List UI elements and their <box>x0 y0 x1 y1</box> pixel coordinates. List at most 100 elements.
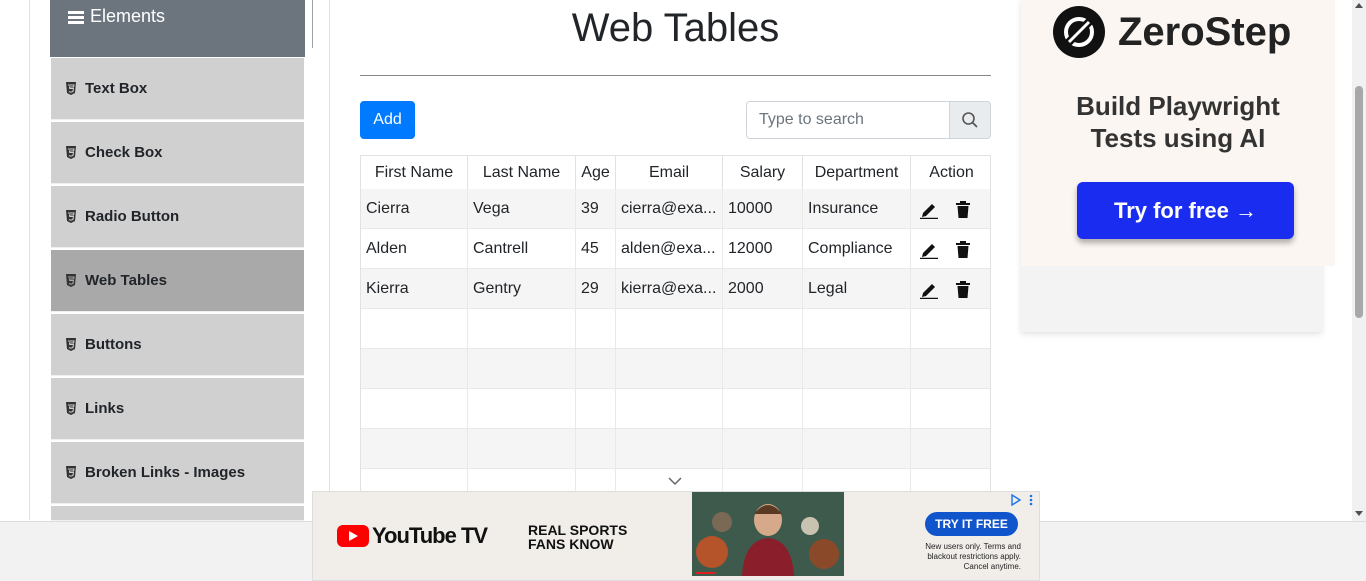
add-button[interactable]: Add <box>360 101 415 139</box>
fine-print-line: Cancel anytime. <box>963 562 1021 571</box>
col-header-salary[interactable]: Salary <box>723 156 803 189</box>
ad-fine-print: New users only. Terms and blackout restr… <box>917 542 1021 572</box>
page-title: Web Tables <box>571 6 780 50</box>
empty-table-row <box>361 349 990 389</box>
cell-action <box>911 269 990 309</box>
html5-icon <box>66 210 76 223</box>
cell-last-name: Vega <box>468 189 576 229</box>
cell-last-name: Gentry <box>468 269 576 309</box>
header-separator <box>312 0 313 48</box>
table-row: Alden Cantrell 45 alden@exa... 12000 Com… <box>361 229 990 269</box>
try-it-free-button[interactable]: TRY IT FREE <box>925 512 1018 536</box>
sidebar-item-web-tables[interactable]: Web Tables <box>51 250 304 312</box>
ad-tagline-line2: Tests using AI <box>1090 123 1266 153</box>
try-for-free-button[interactable]: Try for free → <box>1077 182 1294 239</box>
scroll-up-arrow-icon[interactable] <box>1355 3 1363 8</box>
search-input[interactable]: Type to search <box>746 101 950 139</box>
cell-email: kierra@exa... <box>616 269 723 309</box>
cell-age: 45 <box>576 229 616 269</box>
edit-pencil-icon[interactable] <box>919 279 939 299</box>
sidebar-item-label: Broken Links - Images <box>85 464 246 481</box>
sidebar-item-check-box[interactable]: Check Box <box>51 122 304 184</box>
cell-last-name: Cantrell <box>468 229 576 269</box>
delete-trash-icon[interactable] <box>953 239 973 259</box>
cell-email: alden@exa... <box>616 229 723 269</box>
cell-age: 29 <box>576 269 616 309</box>
scrollbar-thumb[interactable] <box>1355 86 1363 318</box>
delete-trash-icon[interactable] <box>953 199 973 219</box>
sidebar-item-partial[interactable] <box>51 506 304 521</box>
ad-photo <box>692 492 844 576</box>
ad-brand: YouTube TV <box>372 523 488 548</box>
search-button[interactable] <box>949 101 991 139</box>
web-table: First Name Last Name Age Email Salary De… <box>360 155 991 521</box>
ad-message-line1: REAL SPORTS <box>528 522 628 538</box>
ad-panel: ZeroStep Build Playwright Tests using AI… <box>1021 0 1335 266</box>
cell-first-name: Kierra <box>361 269 468 309</box>
edit-pencil-icon[interactable] <box>919 239 939 259</box>
col-header-age[interactable]: Age <box>576 156 616 189</box>
html5-icon <box>66 402 76 415</box>
empty-table-row <box>361 429 990 469</box>
empty-table-row <box>361 309 990 349</box>
edit-pencil-icon[interactable] <box>919 199 939 219</box>
cell-department: Insurance <box>803 189 911 229</box>
sidebar-divider <box>329 0 330 520</box>
delete-trash-icon[interactable] <box>953 279 973 299</box>
cell-salary: 12000 <box>723 229 803 269</box>
scroll-down-arrow-icon[interactable] <box>1355 511 1363 516</box>
zerostep-logo-icon <box>1053 6 1105 58</box>
ad-message: REAL SPORTS FANS KNOW <box>528 523 648 551</box>
youtube-tv-ad[interactable]: YouTube TV REAL SPORTS FANS KNOW TRY IT … <box>312 491 1040 581</box>
group-title: Elements <box>90 6 166 26</box>
table-header: First Name Last Name Age Email Salary De… <box>361 156 990 189</box>
title-divider <box>360 75 991 76</box>
sidebar-item-label: Check Box <box>85 144 163 161</box>
sidebar-item-label: Radio Button <box>85 208 180 225</box>
cell-age: 39 <box>576 189 616 229</box>
empty-table-row <box>361 389 990 429</box>
cell-email: cierra@exa... <box>616 189 723 229</box>
cell-department: Compliance <box>803 229 911 269</box>
adchoices-icon[interactable] <box>1010 494 1022 506</box>
html5-icon <box>66 338 76 351</box>
cell-salary: 2000 <box>723 269 803 309</box>
hamburger-icon <box>68 11 84 24</box>
zerostep-ad[interactable]: ZeroStep Build Playwright Tests using AI… <box>1021 0 1335 332</box>
elements-group-header[interactable]: Elements <box>50 0 344 57</box>
col-header-email[interactable]: Email <box>616 156 723 189</box>
col-header-last-name[interactable]: Last Name <box>468 156 576 189</box>
html5-icon <box>66 82 76 95</box>
sidebar-item-label: Buttons <box>85 336 142 353</box>
ad-tagline-line1: Build Playwright <box>1076 91 1280 121</box>
cell-action <box>911 189 990 229</box>
html5-icon <box>66 274 76 287</box>
sidebar-item-buttons[interactable]: Buttons <box>51 314 304 376</box>
vertical-scrollbar[interactable] <box>1352 0 1366 521</box>
sidebar-item-text-box[interactable]: Text Box <box>51 58 304 120</box>
cell-first-name: Cierra <box>361 189 468 229</box>
col-header-department[interactable]: Department <box>803 156 911 189</box>
chevron-down-icon[interactable] <box>667 476 683 486</box>
cell-department: Legal <box>803 269 911 309</box>
sidebar-item-label: Links <box>85 400 125 417</box>
page: Elements Text Box Check Box Radio Button… <box>0 0 1366 581</box>
sidebar-item-links[interactable]: Links <box>51 378 304 440</box>
ad-tagline: Build Playwright Tests using AI <box>1021 90 1335 154</box>
ad-menu-icon[interactable] <box>1029 494 1033 506</box>
col-header-first-name[interactable]: First Name <box>361 156 468 189</box>
cell-action <box>911 229 990 269</box>
ad-message-line2: FANS KNOW <box>528 536 614 552</box>
search-icon <box>962 112 978 128</box>
ad-brand: ZeroStep <box>1118 10 1292 54</box>
youtube-logo-icon <box>337 525 369 547</box>
sidebar-item-broken-links[interactable]: Broken Links - Images <box>51 442 304 504</box>
cell-first-name: Alden <box>361 229 468 269</box>
collapse-up-icon[interactable] <box>328 10 346 28</box>
cell-salary: 10000 <box>723 189 803 229</box>
left-divider <box>29 0 30 520</box>
fine-print-line: blackout restrictions apply. <box>927 552 1021 561</box>
table-row: Kierra Gentry 29 kierra@exa... 2000 Lega… <box>361 269 990 309</box>
sidebar-item-radio-button[interactable]: Radio Button <box>51 186 304 248</box>
col-header-action[interactable]: Action <box>911 156 990 189</box>
